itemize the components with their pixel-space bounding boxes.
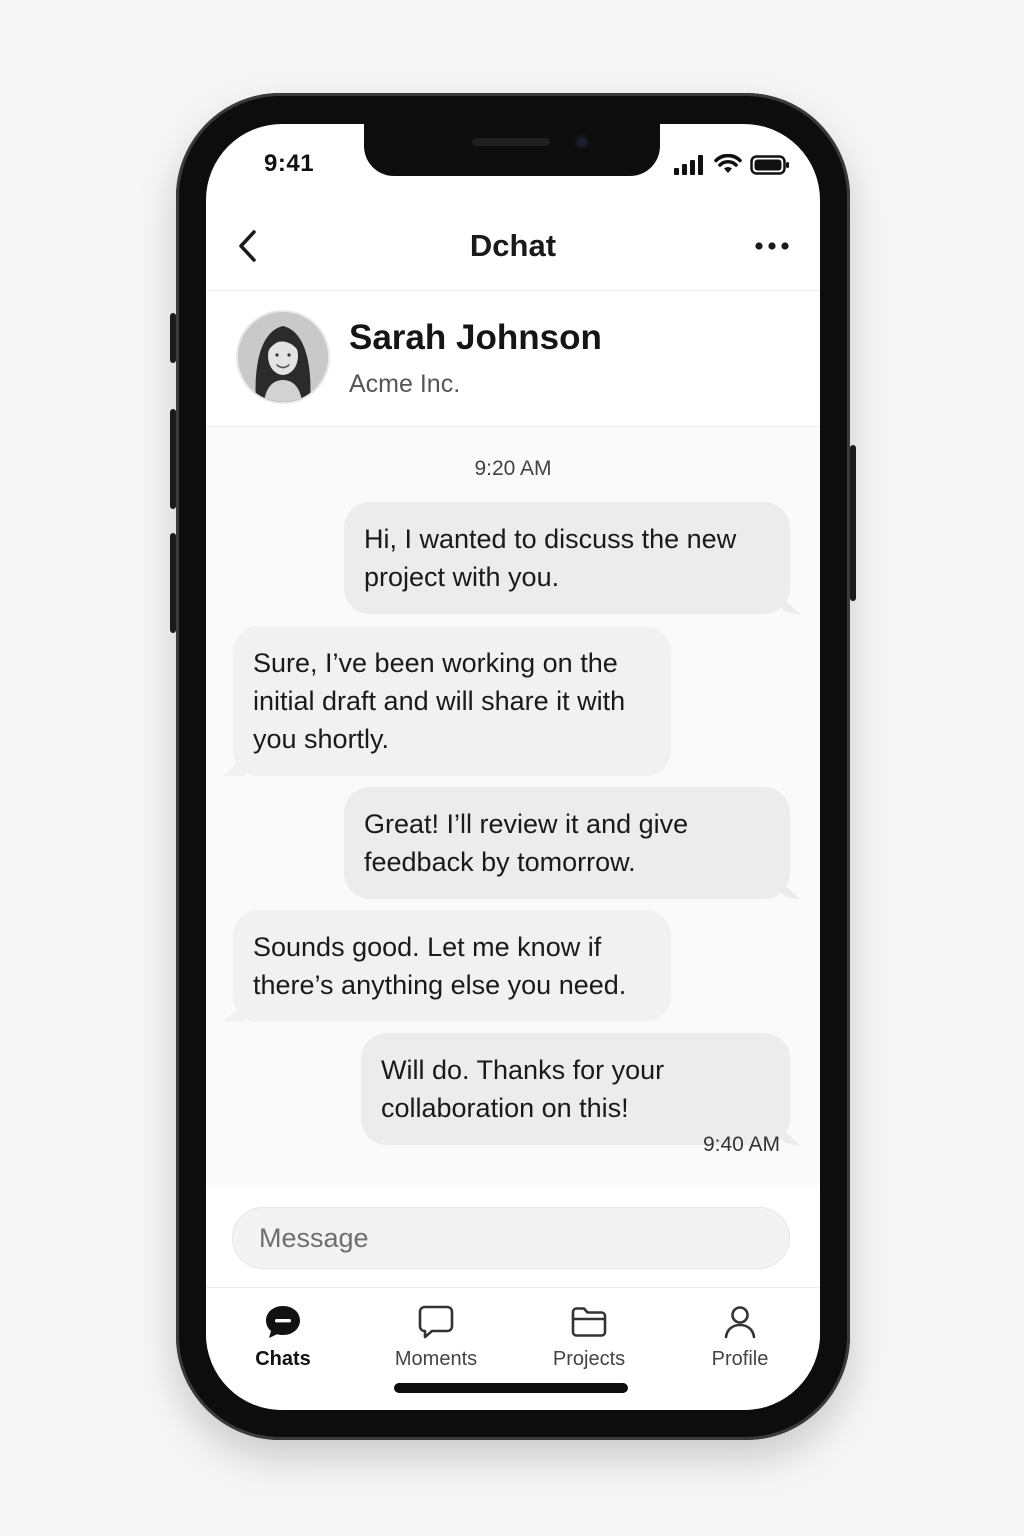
message-text: Will do. Thanks for your collaboration o… [381, 1055, 665, 1123]
chat-thread: 9:20 AM Hi, I wanted to discuss the new … [206, 427, 820, 1187]
tab-chats[interactable]: Chats [218, 1302, 348, 1382]
phone-screen: 9:41 Dchat Sarah Johnson Acme Inc. 9:20 … [206, 124, 820, 1410]
contact-company: Acme Inc. [349, 370, 461, 398]
avatar[interactable] [236, 310, 330, 404]
tab-label: Profile [711, 1348, 769, 1370]
volume-up-button [170, 409, 176, 509]
message-timestamp: 9:40 AM [702, 1133, 780, 1156]
navigation-bar: Dchat [206, 204, 820, 291]
front-camera [574, 134, 590, 150]
wifi-icon [714, 154, 742, 173]
status-time: 9:41 [264, 150, 315, 177]
chat-bubble-outline-icon [418, 1305, 454, 1339]
message-bubble-outgoing[interactable]: Will do. Thanks for your collaboration o… [361, 1033, 790, 1145]
power-button [850, 445, 856, 601]
message-bubble-outgoing[interactable]: Great! I’ll review it and give feedback … [344, 787, 790, 899]
tab-label: Moments [394, 1348, 478, 1370]
avatar-portrait-icon [238, 312, 328, 402]
more-options-button[interactable] [750, 226, 794, 266]
back-button[interactable] [230, 226, 266, 266]
ellipsis-icon [755, 242, 789, 250]
chevron-left-icon [239, 230, 256, 262]
time-separator: 9:20 AM [474, 457, 552, 480]
message-bubble-incoming[interactable]: Sure, I’ve been working on the initial d… [233, 626, 671, 776]
message-input[interactable] [232, 1207, 790, 1269]
tab-label: Projects [552, 1348, 626, 1370]
person-icon [724, 1306, 756, 1339]
contact-header[interactable]: Sarah Johnson Acme Inc. [206, 290, 820, 427]
message-text: Great! I’ll review it and give feedback … [364, 809, 689, 877]
volume-down-button [170, 533, 176, 633]
tab-projects[interactable]: Projects [524, 1302, 654, 1382]
tab-profile[interactable]: Profile [675, 1302, 805, 1382]
message-text: Sounds good. Let me know if there’s anyt… [253, 932, 627, 1000]
chat-bubble-filled-icon [266, 1306, 300, 1338]
battery-icon [750, 155, 789, 175]
message-text: Sure, I’ve been working on the initial d… [253, 648, 626, 754]
tab-label: Chats [255, 1348, 311, 1370]
earpiece-speaker [472, 138, 550, 146]
tab-moments[interactable]: Moments [371, 1302, 501, 1382]
message-bubble-incoming[interactable]: Sounds good. Let me know if there’s anyt… [233, 910, 671, 1022]
phone-frame: 9:41 Dchat Sarah Johnson Acme Inc. 9:20 … [170, 93, 856, 1440]
contact-name: Sarah Johnson [349, 318, 602, 357]
message-text: Hi, I wanted to discuss the new project … [364, 524, 737, 592]
silent-switch [170, 313, 176, 363]
notch [364, 124, 660, 176]
cellular-signal-icon [674, 155, 703, 175]
status-icons [674, 154, 790, 175]
folder-icon [571, 1307, 607, 1337]
message-bubble-outgoing[interactable]: Hi, I wanted to discuss the new project … [344, 502, 790, 614]
app-title: Dchat [469, 228, 557, 263]
home-indicator[interactable] [394, 1383, 628, 1393]
